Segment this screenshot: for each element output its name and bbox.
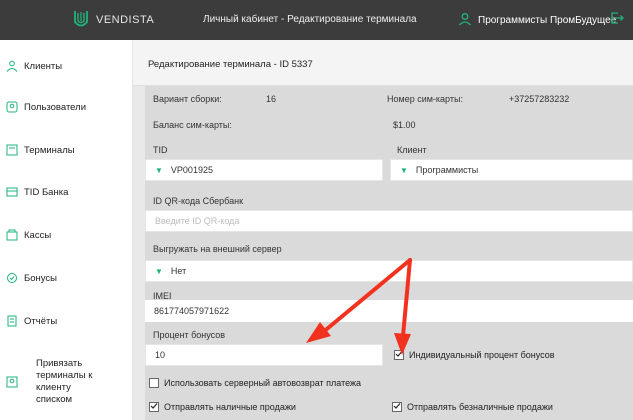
page-title: Личный кабинет - Редактирование терминал… [203, 14, 417, 25]
sidebar-item-label: Пользователи [24, 101, 87, 113]
sidebar-item-label: Кассы [24, 229, 52, 241]
sidebar-item-label: Клиенты [24, 60, 63, 72]
sim-balance-label: Баланс сим-карты: [153, 120, 232, 130]
qr-label: ID QR-кода Сбербанк [153, 196, 244, 206]
sidebar-item-users[interactable]: Пользователи [6, 101, 86, 113]
send-cash-checkbox[interactable] [149, 402, 159, 412]
checkmark-icon [395, 350, 403, 360]
bank-icon [6, 186, 18, 198]
tid-label: TID [153, 145, 168, 155]
bonus-icon [6, 272, 18, 284]
build-label: Вариант сборки: [153, 94, 222, 104]
dropdown-caret-icon: ▼ [155, 266, 163, 276]
sidebar-item-label: TID Банка [24, 186, 69, 198]
send-cashless-label: Отправлять безналичные продажи [407, 402, 553, 412]
export-label: Выгружать на внешний сервер [153, 244, 282, 254]
users-icon [6, 60, 18, 72]
sim-number-value: +37257283232 [509, 94, 570, 104]
logo[interactable]: VENDISTA [70, 8, 154, 32]
cash-register-icon [6, 229, 18, 241]
client-select[interactable]: ▼ Программисты [390, 159, 633, 181]
sidebar-item-label: Отчёты [24, 315, 58, 327]
sidebar-item-label: Бонусы [24, 272, 57, 284]
qr-input[interactable]: Введите ID QR-кода [145, 210, 633, 232]
bonus-input[interactable]: 10 [145, 344, 383, 366]
imei-value: 861774057971622 [154, 306, 230, 316]
report-icon [6, 315, 18, 327]
individual-bonus-checkbox[interactable] [394, 350, 404, 360]
user-name: Программисты ПромБудущее [478, 15, 617, 26]
bonus-value: 10 [155, 350, 166, 360]
checkmark-icon [150, 402, 158, 412]
qr-placeholder: Введите ID QR-кода [155, 216, 240, 226]
sidebar-item-bind-terminals[interactable]: Привязать терминалы к клиенту списком [6, 358, 106, 406]
sidebar-item-reports[interactable]: Отчёты [6, 315, 57, 327]
sidebar-item-label: Привязать терминалы к клиенту списком [36, 358, 93, 405]
send-cashless-checkbox[interactable] [392, 402, 402, 412]
form-header: Редактирование терминала - ID 5337 [133, 40, 633, 86]
user-menu[interactable]: Программисты ПромБудущее [458, 12, 616, 29]
sidebar-item-cash-registers[interactable]: Кассы [6, 229, 51, 241]
sidebar-item-clients[interactable]: Клиенты [6, 60, 62, 72]
form-title: Редактирование терминала - ID 5337 [148, 59, 313, 70]
terminal-form: Вариант сборки: 16 Номер сим-карты: +372… [145, 86, 633, 420]
logout-button[interactable] [610, 11, 624, 27]
user-icon [458, 12, 472, 29]
logout-icon [610, 12, 624, 27]
sidebar: Клиенты Пользователи Терминалы TID Банка… [0, 40, 133, 420]
sim-balance-value: $1.00 [393, 120, 416, 130]
sidebar-item-label: Терминалы [24, 144, 75, 156]
dropdown-caret-icon: ▼ [400, 165, 408, 175]
terminal-icon [6, 144, 18, 156]
sidebar-item-bonuses[interactable]: Бонусы [6, 272, 57, 284]
server-autoreturn-checkbox[interactable] [149, 378, 159, 388]
vendista-logo-icon [70, 8, 92, 32]
server-autoreturn-label: Использовать серверный автовозврат плате… [164, 378, 362, 388]
individual-bonus-label: Индивидуальный процент бонусов [409, 350, 555, 360]
client-label: Клиент [397, 145, 427, 155]
link-users-icon [6, 376, 18, 388]
tid-select[interactable]: ▼ VP001925 [145, 159, 383, 181]
tid-value: VP001925 [170, 165, 213, 175]
send-cash-label: Отправлять наличные продажи [164, 402, 296, 412]
logo-text: VENDISTA [96, 14, 155, 26]
user-icon [6, 101, 18, 113]
dropdown-caret-icon: ▼ [155, 165, 163, 175]
checkmark-icon [393, 402, 401, 412]
sidebar-item-terminals[interactable]: Терминалы [6, 144, 75, 156]
main-content: Редактирование терминала - ID 5337 Вариа… [133, 40, 633, 420]
export-value: Нет [170, 266, 187, 276]
bonus-label: Процент бонусов [153, 330, 226, 340]
sidebar-item-tid-bank[interactable]: TID Банка [6, 186, 68, 198]
build-value: 16 [266, 94, 277, 104]
client-value: Программисты [415, 165, 479, 175]
sim-number-label: Номер сим-карты: [387, 94, 463, 104]
export-select[interactable]: ▼ Нет [145, 260, 633, 282]
imei-input[interactable]: 861774057971622 [145, 300, 633, 322]
top-bar: VENDISTA Личный кабинет - Редактирование… [0, 0, 633, 40]
